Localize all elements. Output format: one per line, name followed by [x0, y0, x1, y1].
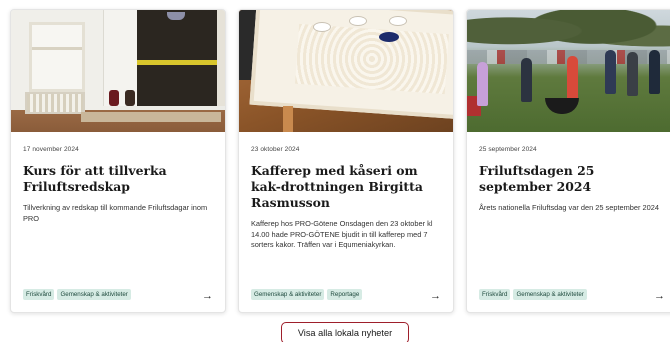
arrow-right-icon[interactable]: →: [654, 291, 665, 302]
show-all-news-button[interactable]: Visa alla lokala nyheter: [281, 322, 409, 342]
news-title[interactable]: Kafferep med kåseri om kak-drottningen B…: [251, 163, 441, 211]
tag[interactable]: Friskvård: [479, 289, 511, 300]
news-description: Tillverkning av redskap till kommande Fr…: [23, 203, 208, 223]
tag[interactable]: Reportage: [327, 289, 363, 300]
news-date: 23 oktober 2024: [251, 146, 300, 153]
news-description: Kafferep hos PRO-Götene Onsdagen den 23 …: [251, 219, 433, 249]
news-card[interactable]: 25 september 2024 Friluftsdagen 25 septe…: [466, 9, 670, 313]
tag[interactable]: Friskvård: [23, 289, 55, 300]
tag-list: Gemenskap & aktiviteter Reportage: [251, 289, 363, 300]
tag[interactable]: Gemenskap & aktiviteter: [57, 289, 131, 300]
news-card[interactable]: 23 oktober 2024 Kafferep med kåseri om k…: [238, 9, 454, 313]
tag[interactable]: Gemenskap & aktiviteter: [513, 289, 587, 300]
tag[interactable]: Gemenskap & aktiviteter: [251, 289, 325, 300]
news-card-grid: 17 november 2024 Kurs för att tillverka …: [0, 0, 670, 318]
news-title[interactable]: Friluftsdagen 25 september 2024: [479, 163, 665, 195]
tag-list: Friskvård Gemenskap & aktiviteter: [479, 289, 587, 300]
news-card-image: [239, 10, 453, 132]
arrow-right-icon[interactable]: →: [430, 291, 441, 302]
news-card-image: [11, 10, 225, 132]
news-description: Årets nationella Friluftsdag var den 25 …: [479, 203, 659, 212]
news-card[interactable]: 17 november 2024 Kurs för att tillverka …: [10, 9, 226, 313]
news-title[interactable]: Kurs för att tillverka Friluftsredskap: [23, 163, 213, 195]
news-card-image: [467, 10, 670, 132]
arrow-right-icon[interactable]: →: [202, 291, 213, 302]
news-date: 25 september 2024: [479, 146, 537, 153]
tag-list: Friskvård Gemenskap & aktiviteter: [23, 289, 131, 300]
news-date: 17 november 2024: [23, 146, 79, 153]
